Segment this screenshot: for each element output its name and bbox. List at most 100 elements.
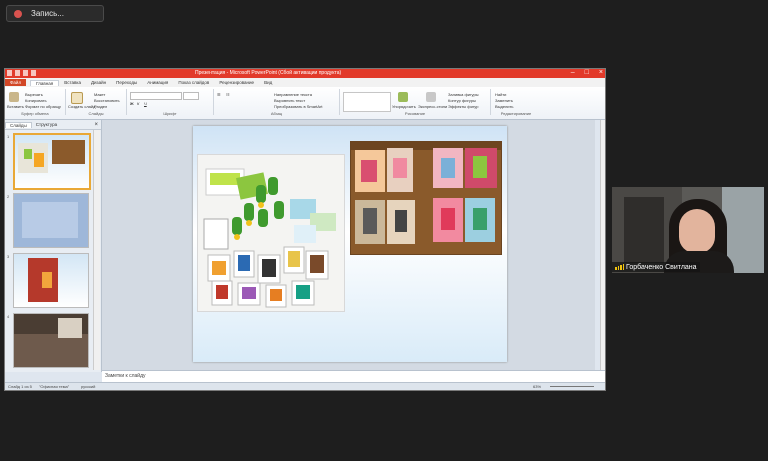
tab-review[interactable]: Рецензирование <box>214 80 259 85</box>
slide-counter: Слайд 1 из 5 <box>8 384 32 389</box>
replace-button[interactable]: Заменить <box>495 98 513 103</box>
section-button[interactable]: Раздел <box>94 104 107 109</box>
paste-button[interactable]: Вставить <box>7 104 24 109</box>
align-text-button[interactable]: Выровнять текст <box>274 98 305 103</box>
notes-placeholder: Заметки к слайду <box>105 373 146 379</box>
shape-effects-button[interactable]: Эффекты фигур <box>448 104 478 109</box>
layout-button[interactable]: Макет <box>94 92 105 97</box>
thumb-image <box>42 272 52 288</box>
tab-view[interactable]: Вид <box>259 80 277 85</box>
paragraph-group-label: Абзац <box>270 111 283 116</box>
slide-number: 1 <box>7 134 10 139</box>
ribbon: Вставить Вырезать Копировать Формат по о… <box>5 87 605 120</box>
slide-number: 4 <box>7 314 10 319</box>
close-icon[interactable]: × <box>599 69 603 76</box>
video-background <box>624 197 664 263</box>
tab-file[interactable]: Файл <box>5 79 27 86</box>
zoom-level[interactable]: 63% <box>533 384 541 389</box>
window-title: Презентация - Microsoft PowerPoint (Сбой… <box>195 70 342 76</box>
quick-styles-button[interactable]: Экспресс-стили <box>418 104 447 109</box>
photo-illustrated-cards[interactable] <box>350 141 502 255</box>
slide-editor <box>102 120 595 370</box>
powerpoint-window: Презентация - Microsoft PowerPoint (Сбой… <box>4 68 606 391</box>
recording-indicator[interactable]: Запись... <box>6 5 104 22</box>
status-bar: Слайд 1 из 5 "Офисная тема" русский 63% <box>5 382 605 390</box>
window-controls: – □ × <box>571 69 603 76</box>
shape-outline-button[interactable]: Контур фигуры <box>448 98 476 103</box>
select-button[interactable]: Выделить <box>495 104 513 109</box>
thumb-image <box>58 318 82 338</box>
arrange-icon[interactable] <box>398 92 408 102</box>
tab-design[interactable]: Дизайн <box>86 80 111 85</box>
smartart-button[interactable]: Преобразовать в SmartArt <box>274 104 323 109</box>
text-direction-button[interactable]: Направление текста <box>274 92 312 97</box>
reset-button[interactable]: Восстановить <box>94 98 120 103</box>
slide-thumbnail-4[interactable] <box>13 313 89 368</box>
slide-number: 2 <box>7 194 10 199</box>
slides-panel-scrollbar[interactable] <box>93 130 100 370</box>
redo-icon[interactable] <box>31 70 36 76</box>
font-size-select[interactable] <box>183 92 199 100</box>
language-indicator[interactable]: русский <box>81 384 95 389</box>
bold-icon[interactable]: Ж <box>130 101 134 106</box>
paragraph-group: ☰ ☷ Направление текста Выровнять текст П… <box>214 89 340 116</box>
new-slide-icon[interactable] <box>71 92 83 104</box>
editing-group-label: Редактирование <box>500 111 532 116</box>
copy-button[interactable]: Копировать <box>25 98 47 103</box>
clipboard-group-label: Буфер обмена <box>21 111 49 116</box>
tab-transitions[interactable]: Переходы <box>111 80 142 85</box>
slide-scrollbar[interactable] <box>600 120 605 370</box>
tab-animations[interactable]: Анимация <box>142 80 173 85</box>
tab-home[interactable]: Главная <box>30 79 60 86</box>
recording-label: Запись... <box>31 9 64 18</box>
italic-icon[interactable]: К <box>137 101 139 106</box>
slide-thumbnail-3[interactable] <box>13 253 89 308</box>
thumb-image <box>18 143 48 173</box>
participant-name-tag: Горбаченко Свитлана <box>612 262 700 272</box>
tab-outline[interactable]: Структура <box>32 122 61 127</box>
theme-name: "Офисная тема" <box>39 384 70 389</box>
tab-slideshow[interactable]: Показ слайдов <box>173 80 214 85</box>
quick-access-toolbar <box>7 70 47 77</box>
bullets-icon[interactable]: ☰ <box>217 92 221 97</box>
quick-styles-icon[interactable] <box>426 92 436 102</box>
photo-game-cards[interactable] <box>197 154 345 312</box>
slides-group: Создать слайд Макет Восстановить Раздел … <box>66 89 127 116</box>
tab-insert[interactable]: Вставка <box>59 80 86 85</box>
undo-icon[interactable] <box>23 70 28 76</box>
save-icon[interactable] <box>15 70 20 76</box>
new-slide-button[interactable]: Создать слайд <box>68 104 95 109</box>
arrange-button[interactable]: Упорядочить <box>392 104 416 109</box>
cut-button[interactable]: Вырезать <box>25 92 43 97</box>
numbering-icon[interactable]: ☷ <box>226 92 230 97</box>
slide-number: 3 <box>7 254 10 259</box>
slides-panel: Слайды Структура × 1 2 3 4 <box>5 120 102 372</box>
slides-group-label: Слайды <box>88 111 104 116</box>
font-name-select[interactable] <box>130 92 182 100</box>
paste-icon[interactable] <box>9 92 19 102</box>
find-button[interactable]: Найти <box>495 92 506 97</box>
app-icon[interactable] <box>7 70 12 76</box>
slide-thumbnail-2[interactable] <box>13 193 89 248</box>
underline-icon[interactable]: Ч <box>144 101 147 106</box>
minimize-icon[interactable]: – <box>571 69 575 76</box>
clipboard-group: Вставить Вырезать Копировать Формат по о… <box>5 89 66 116</box>
format-painter-button[interactable]: Формат по образцу <box>25 104 61 109</box>
shape-fill-button[interactable]: Заливка фигуры <box>448 92 479 97</box>
maximize-icon[interactable]: □ <box>585 69 589 76</box>
game-cards-image <box>203 168 336 308</box>
zoom-slider[interactable] <box>550 386 594 387</box>
slide-canvas[interactable] <box>193 126 507 362</box>
notes-pane[interactable]: Заметки к слайду <box>102 370 605 382</box>
recording-dot-icon <box>14 9 22 18</box>
tab-slides[interactable]: Слайды <box>5 121 32 128</box>
thumb-image <box>52 140 85 164</box>
participant-video[interactable] <box>612 187 764 273</box>
thumb-image <box>14 334 88 367</box>
thumb-image <box>22 202 78 238</box>
participant-face <box>679 209 715 253</box>
close-panel-icon[interactable]: × <box>94 122 98 128</box>
font-group-label: Шрифт <box>163 111 177 116</box>
slide-thumbnail-1[interactable] <box>13 133 91 190</box>
shapes-gallery[interactable] <box>343 92 391 112</box>
